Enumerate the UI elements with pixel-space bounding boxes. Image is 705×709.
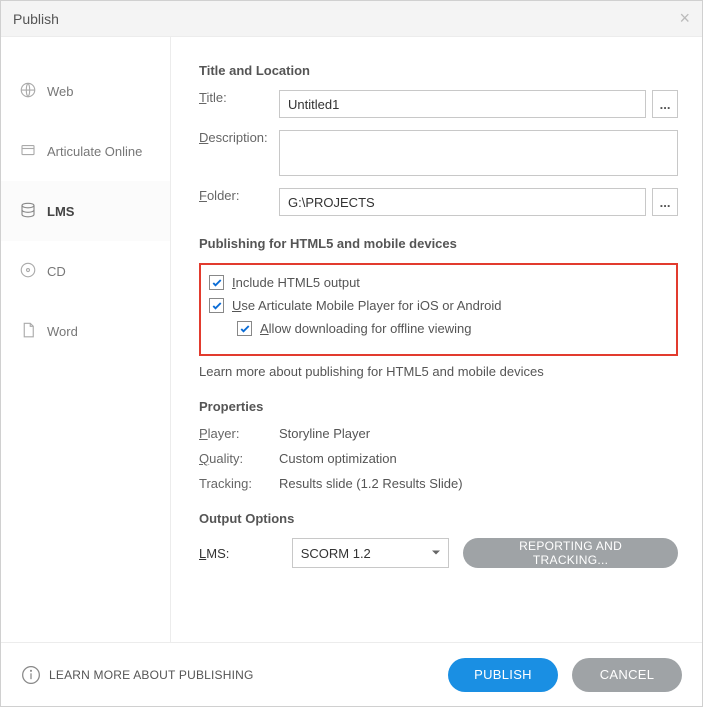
word-icon: [19, 321, 37, 342]
sidebar-item-web[interactable]: Web: [1, 61, 170, 121]
player-value[interactable]: Storyline Player: [279, 426, 370, 441]
section-title-location: Title and Location: [199, 63, 678, 78]
lms-select[interactable]: SCORM 1.2: [292, 538, 449, 568]
footer: LEARN MORE ABOUT PUBLISHING PUBLISH CANC…: [1, 642, 702, 706]
highlight-box: Include HTML5 output Use Articulate Mobi…: [199, 263, 678, 356]
sidebar-item-label: Word: [47, 324, 78, 339]
sidebar-item-cd[interactable]: CD: [1, 241, 170, 301]
row-title: Title: ...: [199, 90, 678, 118]
checkbox-allow-offline[interactable]: [237, 321, 252, 336]
checkbox-include-html5[interactable]: [209, 275, 224, 290]
titlebar: Publish ×: [1, 1, 702, 37]
info-icon: [21, 665, 41, 685]
section-properties-heading: Properties: [199, 399, 678, 414]
close-icon[interactable]: ×: [679, 8, 690, 29]
label-title: Title:: [199, 90, 279, 105]
learn-more-html5-link[interactable]: Learn more about publishing for HTML5 an…: [199, 364, 678, 379]
row-description: Description:: [199, 130, 678, 176]
publish-dialog: Publish × Web Articulate Online LMS: [0, 0, 703, 707]
label-folder: Folder:: [199, 188, 279, 203]
globe-icon: [19, 81, 37, 102]
footer-learn-more-label: LEARN MORE ABOUT PUBLISHING: [49, 668, 254, 682]
title-input[interactable]: [279, 90, 646, 118]
tracking-value[interactable]: Results slide (1.2 Results Slide): [279, 476, 463, 491]
disc-icon: [19, 261, 37, 282]
label-description: Description:: [199, 130, 279, 145]
main-panel: Title and Location Title: ... Descriptio…: [171, 37, 702, 642]
check-row-amp: Use Articulate Mobile Player for iOS or …: [209, 298, 668, 313]
prop-row-quality: Quality: Custom optimization: [199, 451, 678, 466]
reporting-tracking-button[interactable]: REPORTING AND TRACKING...: [463, 538, 678, 568]
section-output-heading: Output Options: [199, 511, 678, 526]
title-browse-button[interactable]: ...: [652, 90, 678, 118]
description-input[interactable]: [279, 130, 678, 176]
prop-row-tracking: Tracking: Results slide (1.2 Results Sli…: [199, 476, 678, 491]
section-html5-heading: Publishing for HTML5 and mobile devices: [199, 236, 678, 251]
articulate-icon: [19, 141, 37, 162]
sidebar-item-word[interactable]: Word: [1, 301, 170, 361]
check-label: Include HTML5 output: [232, 275, 360, 290]
output-row: LMS: SCORM 1.2 REPORTING AND TRACKING...: [199, 538, 678, 568]
quality-value[interactable]: Custom optimization: [279, 451, 397, 466]
footer-learn-more[interactable]: LEARN MORE ABOUT PUBLISHING: [21, 665, 254, 685]
row-folder: Folder: ...: [199, 188, 678, 216]
check-row-html5: Include HTML5 output: [209, 275, 668, 290]
database-icon: [19, 201, 37, 222]
lms-select-wrap[interactable]: SCORM 1.2: [292, 538, 449, 568]
cancel-button[interactable]: CANCEL: [572, 658, 682, 692]
publish-button[interactable]: PUBLISH: [448, 658, 558, 692]
sidebar: Web Articulate Online LMS CD: [1, 37, 171, 642]
sidebar-item-label: LMS: [47, 204, 74, 219]
prop-label: Tracking:: [199, 476, 279, 491]
check-label: Use Articulate Mobile Player for iOS or …: [232, 298, 502, 313]
prop-label: Quality:: [199, 451, 279, 466]
check-label: Allow downloading for offline viewing: [260, 321, 472, 336]
sidebar-item-lms[interactable]: LMS: [1, 181, 170, 241]
check-row-offline: Allow downloading for offline viewing: [237, 321, 668, 336]
section-output: Output Options LMS: SCORM 1.2 REPORTING …: [199, 511, 678, 568]
sidebar-item-label: Articulate Online: [47, 144, 142, 159]
section-html5: Publishing for HTML5 and mobile devices …: [199, 236, 678, 379]
folder-input[interactable]: [279, 188, 646, 216]
sidebar-item-articulate-online[interactable]: Articulate Online: [1, 121, 170, 181]
sidebar-item-label: CD: [47, 264, 66, 279]
prop-row-player: Player: Storyline Player: [199, 426, 678, 441]
checkbox-use-amp[interactable]: [209, 298, 224, 313]
section-properties: Properties Player: Storyline Player Qual…: [199, 399, 678, 491]
footer-buttons: PUBLISH CANCEL: [448, 658, 682, 692]
window-title: Publish: [13, 11, 59, 27]
lms-label: LMS:: [199, 546, 278, 561]
dialog-body: Web Articulate Online LMS CD: [1, 37, 702, 642]
folder-browse-button[interactable]: ...: [652, 188, 678, 216]
sidebar-item-label: Web: [47, 84, 74, 99]
prop-label: Player:: [199, 426, 279, 441]
